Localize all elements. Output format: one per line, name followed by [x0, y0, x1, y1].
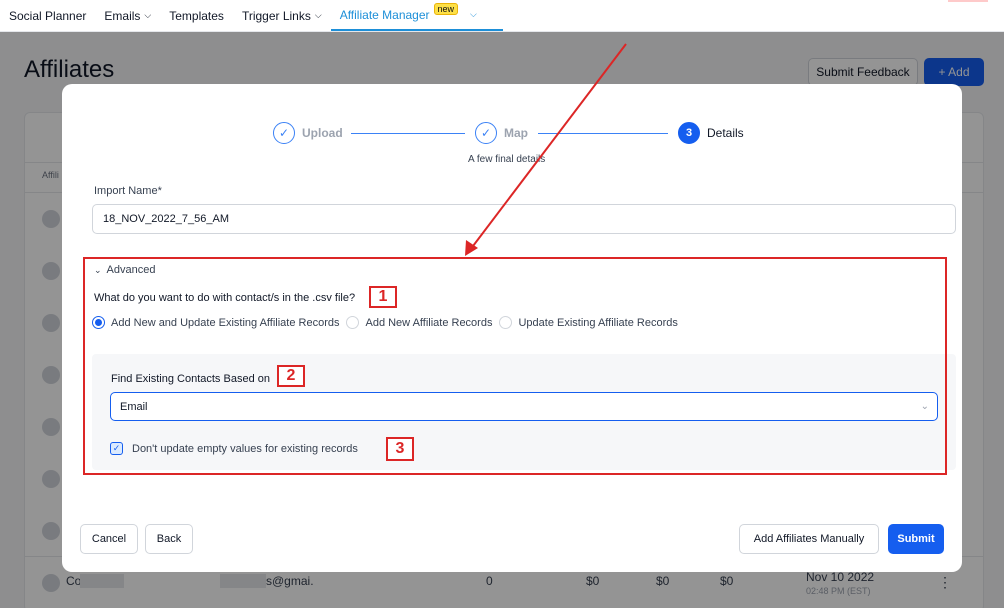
- nav-item-templates[interactable]: Templates: [160, 1, 233, 31]
- nav-label: Templates: [169, 8, 224, 23]
- chevron-down-icon: ⌵: [470, 9, 477, 19]
- import-name-label: Import Name*: [94, 185, 162, 197]
- stepper: ✓ Upload ✓ Map 3 Details A few final det…: [62, 84, 962, 174]
- cancel-button[interactable]: Cancel: [80, 524, 138, 554]
- submit-button[interactable]: Submit: [888, 524, 944, 554]
- nav-item-affiliate-manager[interactable]: Affiliate Manager new ⌵: [330, 1, 503, 31]
- nav-label: Emails: [104, 8, 141, 23]
- annotation-number-1: 1: [369, 286, 397, 308]
- annotation-highlight-box: [83, 257, 947, 475]
- annotation-number-3: 3: [386, 437, 414, 461]
- back-button[interactable]: Back: [145, 524, 193, 554]
- step-connector: [351, 133, 465, 134]
- nav-item-emails[interactable]: Emails ⌵: [95, 1, 160, 31]
- step-connector: [538, 133, 668, 134]
- import-details-modal: ✓ Upload ✓ Map 3 Details A few final det…: [62, 84, 962, 572]
- nav-item-trigger-links[interactable]: Trigger Links ⌵: [233, 1, 331, 31]
- nav-label: Affiliate Manager: [339, 7, 430, 22]
- step-subtitle: A few final details: [468, 154, 546, 165]
- chevron-down-icon: ⌵: [314, 10, 322, 20]
- nav-item-social-planner[interactable]: Social Planner: [0, 1, 95, 31]
- add-affiliates-manually-button[interactable]: Add Affiliates Manually: [739, 524, 879, 554]
- new-badge: new: [433, 2, 459, 15]
- check-icon: ✓: [475, 122, 497, 144]
- nav-label: Trigger Links: [241, 8, 311, 23]
- import-name-input[interactable]: [92, 204, 956, 234]
- step-number-badge: 3: [678, 122, 700, 144]
- check-icon: ✓: [273, 122, 295, 144]
- step-map-label: Map: [504, 126, 528, 140]
- top-accent: [948, 0, 988, 2]
- annotation-number-2: 2: [277, 365, 305, 387]
- top-nav: Social Planner Emails ⌵ Templates Trigger…: [0, 0, 1004, 32]
- nav-label: Social Planner: [9, 8, 87, 23]
- step-upload-label: Upload: [302, 126, 343, 140]
- chevron-down-icon: ⌵: [144, 10, 152, 20]
- step-details-label: Details: [707, 126, 744, 140]
